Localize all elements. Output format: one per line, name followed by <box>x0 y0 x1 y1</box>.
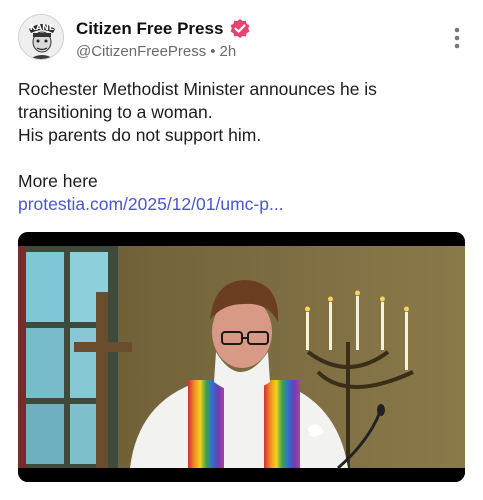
post-text-line: transitioning to a woman. <box>18 102 213 122</box>
post-timestamp: 2h <box>219 43 237 60</box>
post-text-line: His parents do not support him. <box>18 125 262 145</box>
external-link[interactable]: protestia.com/2025/12/01/umc-p... <box>18 193 463 216</box>
author-meta: @CitizenFreePress • 2h <box>76 43 251 60</box>
post-header: KANE Citizen Free Press @CitizenFreePres… <box>18 14 468 62</box>
author-handle[interactable]: @CitizenFreePress <box>76 43 206 60</box>
video-frame-illustration <box>18 232 465 482</box>
post-text-line: Rochester Methodist Minister announces h… <box>18 79 377 99</box>
avatar-logo-text: KANE <box>30 23 55 32</box>
verified-badge-icon <box>229 18 251 40</box>
media-video-thumbnail[interactable] <box>18 232 465 482</box>
more-here-label: More here <box>18 171 98 191</box>
post-body: Rochester Methodist Minister announces h… <box>18 78 463 216</box>
meta-separator: • <box>210 43 216 60</box>
author-info: Citizen Free Press @CitizenFreePress • 2… <box>76 17 251 60</box>
author-avatar[interactable]: KANE <box>18 14 64 60</box>
more-vertical-icon[interactable] <box>450 26 464 50</box>
author-display-name[interactable]: Citizen Free Press <box>76 19 223 39</box>
